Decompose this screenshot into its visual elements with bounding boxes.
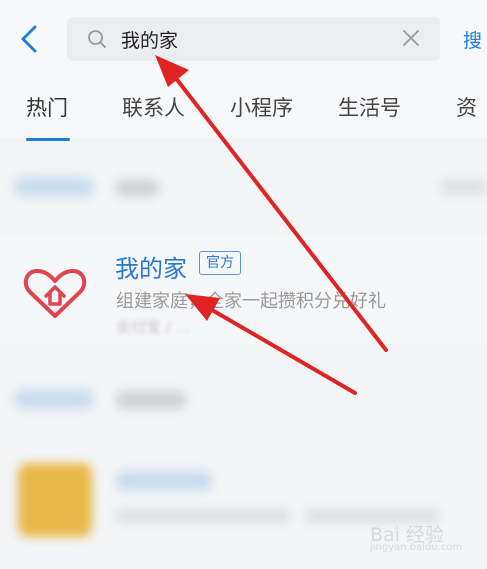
annotation-arrows xyxy=(155,55,388,395)
watermark: Bai 经验 jingyan.baidu.com xyxy=(370,520,480,560)
arrow-to-search-icon xyxy=(155,55,388,352)
watermark-url: jingyan.baidu.com xyxy=(370,542,463,553)
arrow-to-result-icon xyxy=(185,294,357,395)
